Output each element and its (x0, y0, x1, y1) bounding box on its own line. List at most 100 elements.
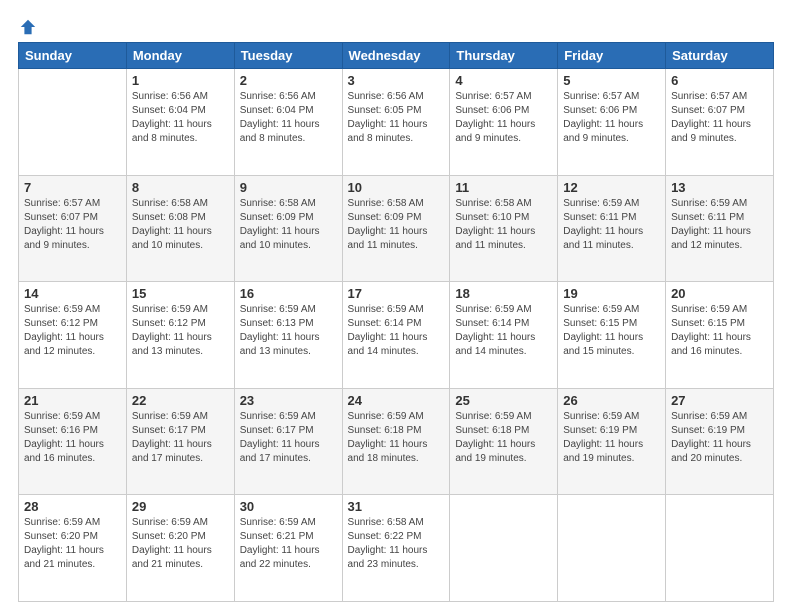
logo (18, 18, 37, 32)
logo-icon (19, 18, 37, 36)
calendar-cell: 4 Sunrise: 6:57 AM Sunset: 6:06 PM Daylig… (450, 69, 558, 176)
calendar-cell: 28 Sunrise: 6:59 AM Sunset: 6:20 PM Dayli… (19, 495, 127, 602)
day-number: 24 (348, 393, 445, 408)
day-number: 19 (563, 286, 660, 301)
col-header-sunday: Sunday (19, 43, 127, 69)
calendar-cell: 18 Sunrise: 6:59 AM Sunset: 6:14 PM Dayli… (450, 282, 558, 389)
calendar-cell: 12 Sunrise: 6:59 AM Sunset: 6:11 PM Dayli… (558, 175, 666, 282)
day-info: Sunrise: 6:56 AM Sunset: 6:05 PM Dayligh… (348, 90, 445, 146)
day-info: Sunrise: 6:59 AM Sunset: 6:11 PM Dayligh… (563, 197, 660, 253)
calendar-cell: 21Sunrise: 6:59 AM Sunset: 6:16 PM Dayli… (19, 388, 127, 495)
calendar-cell: 2 Sunrise: 6:56 AM Sunset: 6:04 PM Daylig… (234, 69, 342, 176)
calendar-cell: 30 Sunrise: 6:59 AM Sunset: 6:21 PM Dayli… (234, 495, 342, 602)
day-number: 9 (240, 180, 337, 195)
calendar-cell (558, 495, 666, 602)
col-header-friday: Friday (558, 43, 666, 69)
day-info: Sunrise: 6:59 AM Sunset: 6:19 PM Dayligh… (563, 410, 660, 466)
day-number: 16 (240, 286, 337, 301)
calendar-cell: 1 Sunrise: 6:56 AM Sunset: 6:04 PM Daylig… (126, 69, 234, 176)
day-number: 22 (132, 393, 229, 408)
week-row-0: 1 Sunrise: 6:56 AM Sunset: 6:04 PM Daylig… (19, 69, 774, 176)
day-number: 6 (671, 73, 768, 88)
day-number: 27 (671, 393, 768, 408)
day-info: Sunrise: 6:59 AM Sunset: 6:12 PM Dayligh… (132, 303, 229, 359)
day-info: Sunrise: 6:56 AM Sunset: 6:04 PM Dayligh… (132, 90, 229, 146)
calendar-cell: 9 Sunrise: 6:58 AM Sunset: 6:09 PM Daylig… (234, 175, 342, 282)
day-info: Sunrise: 6:58 AM Sunset: 6:10 PM Dayligh… (455, 197, 552, 253)
calendar-cell: 22Sunrise: 6:59 AM Sunset: 6:17 PM Dayli… (126, 388, 234, 495)
day-info: Sunrise: 6:56 AM Sunset: 6:04 PM Dayligh… (240, 90, 337, 146)
day-number: 29 (132, 499, 229, 514)
col-header-monday: Monday (126, 43, 234, 69)
calendar-cell: 7 Sunrise: 6:57 AM Sunset: 6:07 PM Daylig… (19, 175, 127, 282)
calendar-cell: 11 Sunrise: 6:58 AM Sunset: 6:10 PM Dayli… (450, 175, 558, 282)
calendar-cell: 16 Sunrise: 6:59 AM Sunset: 6:13 PM Dayli… (234, 282, 342, 389)
header-row: SundayMondayTuesdayWednesdayThursdayFrid… (19, 43, 774, 69)
day-number: 17 (348, 286, 445, 301)
day-info: Sunrise: 6:59 AM Sunset: 6:12 PM Dayligh… (24, 303, 121, 359)
col-header-wednesday: Wednesday (342, 43, 450, 69)
day-info: Sunrise: 6:59 AM Sunset: 6:13 PM Dayligh… (240, 303, 337, 359)
calendar-cell: 13 Sunrise: 6:59 AM Sunset: 6:11 PM Dayli… (666, 175, 774, 282)
day-info: Sunrise: 6:59 AM Sunset: 6:21 PM Dayligh… (240, 516, 337, 572)
day-number: 2 (240, 73, 337, 88)
day-info: Sunrise: 6:59 AM Sunset: 6:18 PM Dayligh… (455, 410, 552, 466)
day-number: 13 (671, 180, 768, 195)
day-info: Sunrise: 6:57 AM Sunset: 6:07 PM Dayligh… (671, 90, 768, 146)
week-row-1: 7 Sunrise: 6:57 AM Sunset: 6:07 PM Daylig… (19, 175, 774, 282)
col-header-tuesday: Tuesday (234, 43, 342, 69)
calendar-cell: 20 Sunrise: 6:59 AM Sunset: 6:15 PM Dayli… (666, 282, 774, 389)
day-info: Sunrise: 6:57 AM Sunset: 6:07 PM Dayligh… (24, 197, 121, 253)
week-row-2: 14Sunrise: 6:59 AM Sunset: 6:12 PM Dayli… (19, 282, 774, 389)
day-info: Sunrise: 6:59 AM Sunset: 6:14 PM Dayligh… (455, 303, 552, 359)
calendar-cell: 3 Sunrise: 6:56 AM Sunset: 6:05 PM Daylig… (342, 69, 450, 176)
day-info: Sunrise: 6:59 AM Sunset: 6:18 PM Dayligh… (348, 410, 445, 466)
calendar-cell: 5 Sunrise: 6:57 AM Sunset: 6:06 PM Daylig… (558, 69, 666, 176)
day-number: 7 (24, 180, 121, 195)
calendar-cell: 10Sunrise: 6:58 AM Sunset: 6:09 PM Dayli… (342, 175, 450, 282)
page: SundayMondayTuesdayWednesdayThursdayFrid… (0, 0, 792, 612)
calendar-cell: 8Sunrise: 6:58 AM Sunset: 6:08 PM Daylig… (126, 175, 234, 282)
calendar-cell: 19 Sunrise: 6:59 AM Sunset: 6:15 PM Dayli… (558, 282, 666, 389)
day-info: Sunrise: 6:59 AM Sunset: 6:17 PM Dayligh… (240, 410, 337, 466)
day-number: 1 (132, 73, 229, 88)
day-number: 8 (132, 180, 229, 195)
day-number: 10 (348, 180, 445, 195)
day-info: Sunrise: 6:59 AM Sunset: 6:11 PM Dayligh… (671, 197, 768, 253)
day-info: Sunrise: 6:59 AM Sunset: 6:20 PM Dayligh… (24, 516, 121, 572)
day-info: Sunrise: 6:59 AM Sunset: 6:16 PM Dayligh… (24, 410, 121, 466)
calendar-table: SundayMondayTuesdayWednesdayThursdayFrid… (18, 42, 774, 602)
day-number: 26 (563, 393, 660, 408)
calendar-cell (666, 495, 774, 602)
week-row-4: 28 Sunrise: 6:59 AM Sunset: 6:20 PM Dayli… (19, 495, 774, 602)
calendar-cell: 25 Sunrise: 6:59 AM Sunset: 6:18 PM Dayli… (450, 388, 558, 495)
week-row-3: 21Sunrise: 6:59 AM Sunset: 6:16 PM Dayli… (19, 388, 774, 495)
calendar-cell: 6 Sunrise: 6:57 AM Sunset: 6:07 PM Daylig… (666, 69, 774, 176)
calendar-cell: 29Sunrise: 6:59 AM Sunset: 6:20 PM Dayli… (126, 495, 234, 602)
day-info: Sunrise: 6:58 AM Sunset: 6:09 PM Dayligh… (240, 197, 337, 253)
calendar-cell: 17 Sunrise: 6:59 AM Sunset: 6:14 PM Dayli… (342, 282, 450, 389)
calendar-cell (19, 69, 127, 176)
day-number: 11 (455, 180, 552, 195)
day-number: 30 (240, 499, 337, 514)
day-number: 3 (348, 73, 445, 88)
calendar-cell (450, 495, 558, 602)
day-info: Sunrise: 6:59 AM Sunset: 6:15 PM Dayligh… (671, 303, 768, 359)
day-info: Sunrise: 6:57 AM Sunset: 6:06 PM Dayligh… (563, 90, 660, 146)
day-number: 12 (563, 180, 660, 195)
day-number: 28 (24, 499, 121, 514)
day-info: Sunrise: 6:59 AM Sunset: 6:15 PM Dayligh… (563, 303, 660, 359)
day-number: 5 (563, 73, 660, 88)
day-number: 25 (455, 393, 552, 408)
day-info: Sunrise: 6:57 AM Sunset: 6:06 PM Dayligh… (455, 90, 552, 146)
day-number: 18 (455, 286, 552, 301)
calendar-cell: 24 Sunrise: 6:59 AM Sunset: 6:18 PM Dayli… (342, 388, 450, 495)
day-info: Sunrise: 6:59 AM Sunset: 6:19 PM Dayligh… (671, 410, 768, 466)
day-number: 20 (671, 286, 768, 301)
calendar-cell: 31Sunrise: 6:58 AM Sunset: 6:22 PM Dayli… (342, 495, 450, 602)
calendar-cell: 23Sunrise: 6:59 AM Sunset: 6:17 PM Dayli… (234, 388, 342, 495)
day-number: 4 (455, 73, 552, 88)
col-header-thursday: Thursday (450, 43, 558, 69)
day-info: Sunrise: 6:59 AM Sunset: 6:14 PM Dayligh… (348, 303, 445, 359)
day-number: 15 (132, 286, 229, 301)
